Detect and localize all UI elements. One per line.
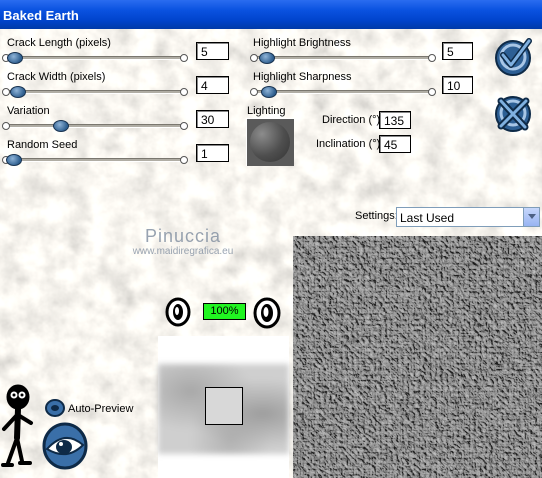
- window-title: Baked Earth: [3, 8, 79, 23]
- x-icon: [495, 96, 531, 132]
- eye-icon: [42, 422, 88, 470]
- random-seed-field[interactable]: 1: [196, 144, 229, 162]
- zoom-out-button[interactable]: [164, 297, 192, 327]
- crack-width-slider-thumb[interactable]: [10, 86, 26, 98]
- lighting-sphere-icon: [250, 122, 290, 162]
- inclination-label: Inclination (°): [316, 138, 381, 150]
- help-figure-icon: [1, 384, 33, 467]
- cancel-button[interactable]: [493, 93, 533, 133]
- preview-image[interactable]: [293, 236, 542, 478]
- lighting-label: Lighting: [247, 105, 286, 117]
- highlight-sharpness-slider-thumb[interactable]: [261, 86, 277, 98]
- toggle-eye-icon: [45, 399, 65, 417]
- chevron-down-icon[interactable]: [523, 208, 539, 226]
- navigator-view-box[interactable]: [205, 387, 243, 425]
- auto-preview-toggle[interactable]: [44, 398, 66, 418]
- variation-slider[interactable]: [2, 122, 188, 130]
- random-seed-label: Random Seed: [7, 139, 78, 151]
- settings-label: Settings:: [355, 210, 398, 222]
- highlight-brightness-slider[interactable]: [250, 54, 436, 62]
- crack-width-label: Crack Width (pixels): [7, 71, 106, 83]
- zoom-in-icon: [253, 297, 281, 329]
- variation-slider-thumb[interactable]: [53, 120, 69, 132]
- highlight-sharpness-label: Highlight Sharpness: [253, 71, 352, 83]
- highlight-brightness-slider-thumb[interactable]: [259, 52, 275, 64]
- crack-length-slider-thumb[interactable]: [7, 52, 23, 64]
- random-seed-slider[interactable]: [2, 156, 188, 164]
- highlight-sharpness-field[interactable]: 10: [442, 76, 473, 94]
- title-bar[interactable]: Baked Earth: [0, 0, 542, 29]
- crack-width-slider[interactable]: [2, 88, 188, 96]
- direction-label: Direction (°): [322, 114, 381, 126]
- navigator-panel[interactable]: [158, 336, 289, 478]
- dialog-window: Baked Earth Crack Length (pixels) 5 Crac…: [0, 0, 542, 478]
- lighting-swatch[interactable]: [246, 118, 294, 166]
- settings-select[interactable]: Last Used: [396, 207, 540, 227]
- checkmark-icon: [495, 38, 532, 76]
- highlight-brightness-label: Highlight Brightness: [253, 37, 351, 49]
- crack-length-label: Crack Length (pixels): [7, 37, 111, 49]
- variation-field[interactable]: 30: [196, 110, 229, 128]
- watermark: Pinuccia www.maidiregrafica.eu: [108, 226, 258, 257]
- random-seed-slider-thumb[interactable]: [6, 154, 22, 166]
- settings-value: Last Used: [400, 211, 455, 225]
- variation-label: Variation: [7, 105, 50, 117]
- zoom-out-icon: [165, 297, 191, 327]
- ok-button[interactable]: [493, 37, 533, 77]
- inclination-field[interactable]: 45: [379, 135, 411, 153]
- proof-button[interactable]: [41, 421, 89, 471]
- crack-length-slider[interactable]: [2, 54, 188, 62]
- zoom-level: 100%: [203, 303, 246, 320]
- auto-preview-label: Auto-Preview: [68, 403, 134, 415]
- direction-field[interactable]: 135: [379, 111, 411, 129]
- highlight-sharpness-slider[interactable]: [250, 88, 436, 96]
- zoom-in-button[interactable]: [252, 297, 282, 329]
- crack-width-field[interactable]: 4: [196, 76, 229, 94]
- watermark-name: Pinuccia: [144, 226, 222, 246]
- crack-length-field[interactable]: 5: [196, 42, 229, 60]
- highlight-brightness-field[interactable]: 5: [442, 42, 473, 60]
- watermark-url: www.maidiregrafica.eu: [132, 246, 234, 257]
- help-button[interactable]: [0, 383, 40, 473]
